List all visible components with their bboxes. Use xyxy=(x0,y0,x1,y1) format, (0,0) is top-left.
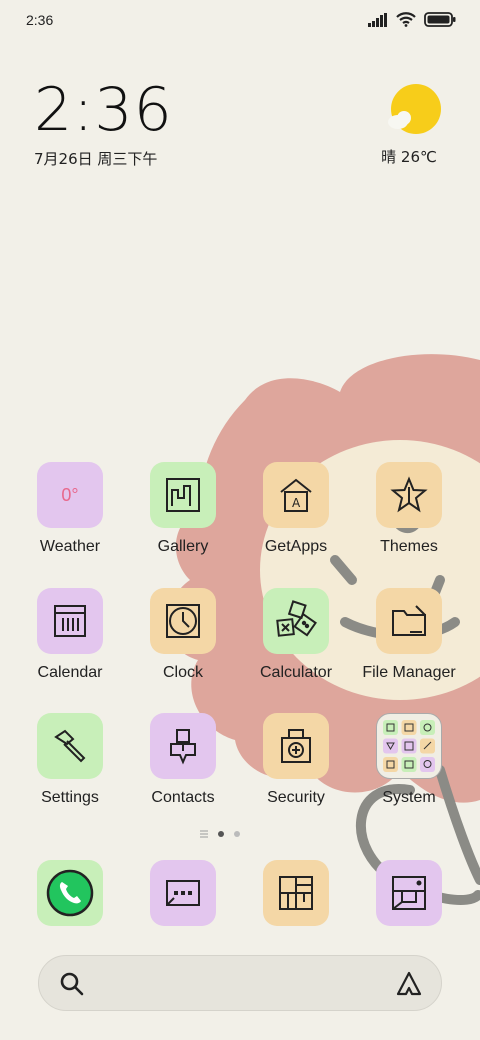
weather-text: 晴 26℃ xyxy=(381,148,437,166)
clock-widget[interactable]: 2:36 7月26日 周三下午 xyxy=(34,78,173,169)
assistant-icon[interactable] xyxy=(395,970,423,998)
dock-browser[interactable] xyxy=(263,860,329,926)
status-icons xyxy=(368,12,456,27)
page-dot-2[interactable] xyxy=(234,831,240,837)
app-gallery[interactable]: Gallery xyxy=(127,462,239,556)
page-indicator[interactable] xyxy=(200,830,240,838)
wifi-icon xyxy=(396,12,416,27)
app-weather[interactable]: 0° Weather xyxy=(14,462,126,556)
camera-icon xyxy=(392,876,426,910)
app-label: Calendar xyxy=(37,664,103,681)
app-contacts[interactable]: Contacts xyxy=(127,713,239,807)
star-icon xyxy=(376,462,442,528)
clock-time: 2:36 xyxy=(34,75,173,145)
status-time: 2:36 xyxy=(26,12,54,28)
app-label: Settings xyxy=(41,789,99,806)
app-getapps[interactable]: A GetApps xyxy=(240,462,352,556)
phone-icon xyxy=(46,869,94,917)
status-bar: 2:36 xyxy=(0,0,480,44)
messages-icon xyxy=(166,880,200,906)
weather-widget[interactable]: 晴 26℃ xyxy=(381,84,444,167)
dock-phone[interactable] xyxy=(37,860,103,926)
contacts-icon xyxy=(150,713,216,779)
app-folder-system[interactable]: System xyxy=(353,713,465,807)
svg-text:A: A xyxy=(292,496,301,510)
hammer-icon xyxy=(37,713,103,779)
dock-messages[interactable] xyxy=(150,860,216,926)
app-label: Clock xyxy=(162,664,203,681)
app-clock[interactable]: Clock xyxy=(127,588,239,682)
clock-date: 7月26日 周三下午 xyxy=(34,150,158,168)
app-calendar[interactable]: Calendar xyxy=(14,588,126,682)
app-security[interactable]: Security xyxy=(240,713,352,807)
folder-grid-icon xyxy=(376,713,442,779)
app-themes[interactable]: Themes xyxy=(353,462,465,556)
search-icon xyxy=(60,972,84,996)
app-calculator[interactable]: Calculator xyxy=(240,588,352,682)
app-label: Themes xyxy=(380,538,438,555)
battery-icon xyxy=(424,12,456,27)
app-label: Security xyxy=(267,789,325,806)
app-label: Contacts xyxy=(151,789,215,806)
menu-lines-icon xyxy=(200,830,208,838)
calendar-icon xyxy=(37,588,103,654)
app-label: System xyxy=(382,789,436,806)
weather-icon-temp: 0° xyxy=(61,484,79,505)
calculator-icon xyxy=(263,588,329,654)
app-label: Gallery xyxy=(157,538,209,555)
sun-cloud-icon xyxy=(388,84,441,134)
security-icon xyxy=(263,713,329,779)
app-settings[interactable]: Settings xyxy=(14,713,126,807)
search-bar[interactable] xyxy=(38,955,442,1011)
app-label: Calculator xyxy=(259,664,333,681)
getapps-icon: A xyxy=(263,462,329,528)
app-label: File Manager xyxy=(362,664,456,681)
dock-camera[interactable] xyxy=(376,860,442,926)
clock-icon xyxy=(150,588,216,654)
page-dot-1[interactable] xyxy=(218,831,224,837)
app-label: GetApps xyxy=(264,538,328,555)
gallery-icon xyxy=(150,462,216,528)
weather-icon: 0° xyxy=(37,462,103,528)
app-file-manager[interactable]: File Manager xyxy=(353,588,465,682)
app-label: Weather xyxy=(39,538,101,555)
signal-icon xyxy=(368,12,387,27)
folder-icon xyxy=(376,588,442,654)
browser-icon xyxy=(279,876,313,910)
